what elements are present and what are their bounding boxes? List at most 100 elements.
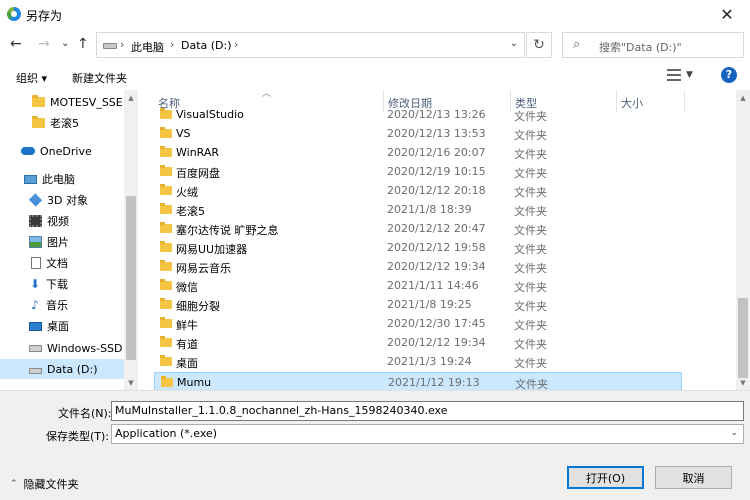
folder-icon (160, 127, 172, 138)
refresh-button[interactable]: ↻ (526, 32, 552, 58)
breadcrumb-data-drive[interactable]: Data (D:) (181, 39, 232, 52)
file-name: 网易UU加速器 (176, 243, 248, 256)
scroll-down-icon[interactable]: ▼ (736, 379, 750, 387)
nav-item-label: 下载 (46, 278, 68, 291)
folder-icon (160, 260, 172, 271)
file-modified: 2020/12/12 20:18 (387, 184, 486, 197)
help-icon[interactable]: ? (721, 67, 737, 83)
command-bar: 组织 ▾ 新建文件夹 ▼ (0, 62, 750, 90)
file-modified: 2020/12/12 19:34 (387, 336, 486, 349)
nav-item-label: MOTESV_SSE (50, 95, 123, 109)
back-arrow-icon[interactable]: ← (10, 36, 22, 52)
chevron-right-icon[interactable]: › (170, 38, 174, 51)
file-type: 文件夹 (514, 148, 547, 161)
nav-item-onedrive[interactable]: OneDrive (0, 141, 124, 161)
file-modified: 2020/12/19 10:15 (387, 165, 486, 178)
nav-item-motesv[interactable]: MOTESV_SSE (0, 92, 124, 112)
chevron-right-icon[interactable]: › (120, 38, 124, 51)
3d-objects-icon (28, 193, 43, 207)
file-row[interactable]: 桌面 2021/1/3 19:24 文件夹 (154, 352, 682, 371)
chevron-right-icon[interactable]: › (234, 38, 238, 51)
file-row[interactable]: WinRAR 2020/12/16 20:07 文件夹 (154, 143, 682, 162)
breadcrumb-this-pc[interactable]: 此电脑 (131, 39, 164, 55)
file-row[interactable]: 有道 2020/12/12 19:34 文件夹 (154, 333, 682, 352)
file-name: 塞尔达传说 旷野之息 (176, 224, 279, 237)
file-type: 文件夹 (514, 205, 547, 218)
nav-item-pictures[interactable]: 图片 (0, 232, 124, 252)
nav-item-label: 图片 (47, 236, 69, 249)
file-modified: 2020/12/13 13:53 (387, 127, 486, 140)
file-type: 文件夹 (514, 357, 547, 370)
file-row[interactable]: 百度网盘 2020/12/19 10:15 文件夹 (154, 162, 682, 181)
file-type: 文件夹 (514, 167, 547, 180)
nav-item-desktop[interactable]: 桌面 (0, 316, 124, 336)
chevron-down-icon[interactable]: ⌄ (510, 38, 518, 49)
file-name: Mumu (177, 376, 212, 389)
file-row[interactable]: 网易UU加速器 2020/12/12 19:58 文件夹 (154, 238, 682, 257)
nav-item-laogun5[interactable]: 老滚5 (0, 113, 124, 133)
cancel-button[interactable]: 取消 (655, 466, 732, 489)
windows-drive-icon (29, 344, 42, 352)
file-row[interactable]: 细胞分裂 2021/1/8 19:25 文件夹 (154, 295, 682, 314)
scroll-up-icon[interactable]: ▲ (736, 94, 750, 102)
nav-item-label: Data (D:) (47, 362, 98, 376)
file-row[interactable]: 网易云音乐 2020/12/12 19:34 文件夹 (154, 257, 682, 276)
nav-item-videos[interactable]: 视频 (0, 211, 124, 231)
folder-icon (160, 241, 172, 252)
chevron-up-icon: ⌃ (10, 479, 18, 489)
nav-item-data-drive[interactable]: Data (D:) (0, 359, 124, 379)
file-type: 文件夹 (514, 224, 547, 237)
drive-icon (103, 43, 117, 49)
nav-item-3d-objects[interactable]: 3D 对象 (0, 190, 124, 210)
nav-item-label: 视频 (47, 215, 69, 228)
downloads-icon: ⬇ (29, 277, 41, 291)
hide-folders-toggle[interactable]: ⌃ 隐藏文件夹 (10, 476, 79, 492)
folder-icon (32, 95, 45, 107)
folder-icon (160, 298, 172, 309)
title-bar: 另存为 ✕ (0, 0, 750, 28)
nav-item-documents[interactable]: 文档 (0, 253, 124, 273)
details-view-icon[interactable] (667, 69, 681, 81)
filename-input[interactable]: MuMuInstaller_1.1.0.8_nochannel_zh-Hans_… (111, 401, 744, 421)
nav-item-windows-ssd[interactable]: Windows-SSD ( (0, 338, 124, 358)
file-modified: 2021/1/3 19:24 (387, 355, 472, 368)
file-modified: 2021/1/12 19:13 (388, 376, 480, 389)
file-row[interactable]: 塞尔达传说 旷野之息 2020/12/12 20:47 文件夹 (154, 219, 682, 238)
folder-icon (160, 222, 172, 233)
scroll-down-icon[interactable]: ▼ (124, 379, 138, 387)
nav-item-music[interactable]: ♪ 音乐 (0, 295, 124, 315)
filetype-select[interactable]: Application (*.exe) ⌄ (111, 424, 744, 444)
file-name: 细胞分裂 (176, 300, 220, 313)
file-modified: 2020/12/13 13:26 (387, 108, 486, 121)
file-row[interactable]: 火绒 2020/12/12 20:18 文件夹 (154, 181, 682, 200)
file-list-scroll-thumb[interactable] (738, 298, 748, 378)
music-icon: ♪ (31, 298, 39, 312)
forward-arrow-icon[interactable]: → (38, 36, 50, 52)
scroll-up-icon[interactable]: ▲ (124, 94, 138, 102)
address-bar[interactable]: › 此电脑 › Data (D:) › ⌄ (96, 32, 525, 58)
file-row[interactable]: 微信 2021/1/11 14:46 文件夹 (154, 276, 682, 295)
file-modified: 2020/12/12 19:58 (387, 241, 486, 254)
up-arrow-icon[interactable]: ↑ (77, 36, 89, 52)
file-row[interactable]: VisualStudio 2020/12/13 13:26 文件夹 (154, 105, 682, 124)
nav-item-this-pc[interactable]: 此电脑 (0, 169, 124, 189)
file-type: 文件夹 (514, 300, 547, 313)
file-modified: 2020/12/16 20:07 (387, 146, 486, 159)
chevron-down-icon[interactable]: ▼ (686, 70, 693, 80)
nav-item-downloads[interactable]: ⬇ 下载 (0, 274, 124, 294)
chevron-down-icon: ⌄ (730, 428, 738, 438)
file-type: 文件夹 (514, 243, 547, 256)
search-input[interactable]: ⌕ 搜索"Data (D:)" (562, 32, 744, 58)
close-button[interactable]: ✕ (704, 0, 750, 28)
nav-pane-scroll-thumb[interactable] (126, 196, 136, 360)
file-row-selected[interactable]: Mumu 2021/1/12 19:13 文件夹 (154, 372, 682, 390)
file-row[interactable]: 鲜牛 2020/12/30 17:45 文件夹 (154, 314, 682, 333)
file-row[interactable]: VS 2020/12/13 13:53 文件夹 (154, 124, 682, 143)
nav-item-label: 文档 (46, 257, 68, 270)
organize-menu[interactable]: 组织 ▾ (16, 70, 47, 86)
recent-locations-icon[interactable]: ⌄ (61, 38, 69, 49)
file-row[interactable]: 老滚5 2021/1/8 18:39 文件夹 (154, 200, 682, 219)
file-type: 文件夹 (514, 186, 547, 199)
new-folder-button[interactable]: 新建文件夹 (72, 70, 127, 86)
open-button[interactable]: 打开(O) (567, 466, 644, 489)
